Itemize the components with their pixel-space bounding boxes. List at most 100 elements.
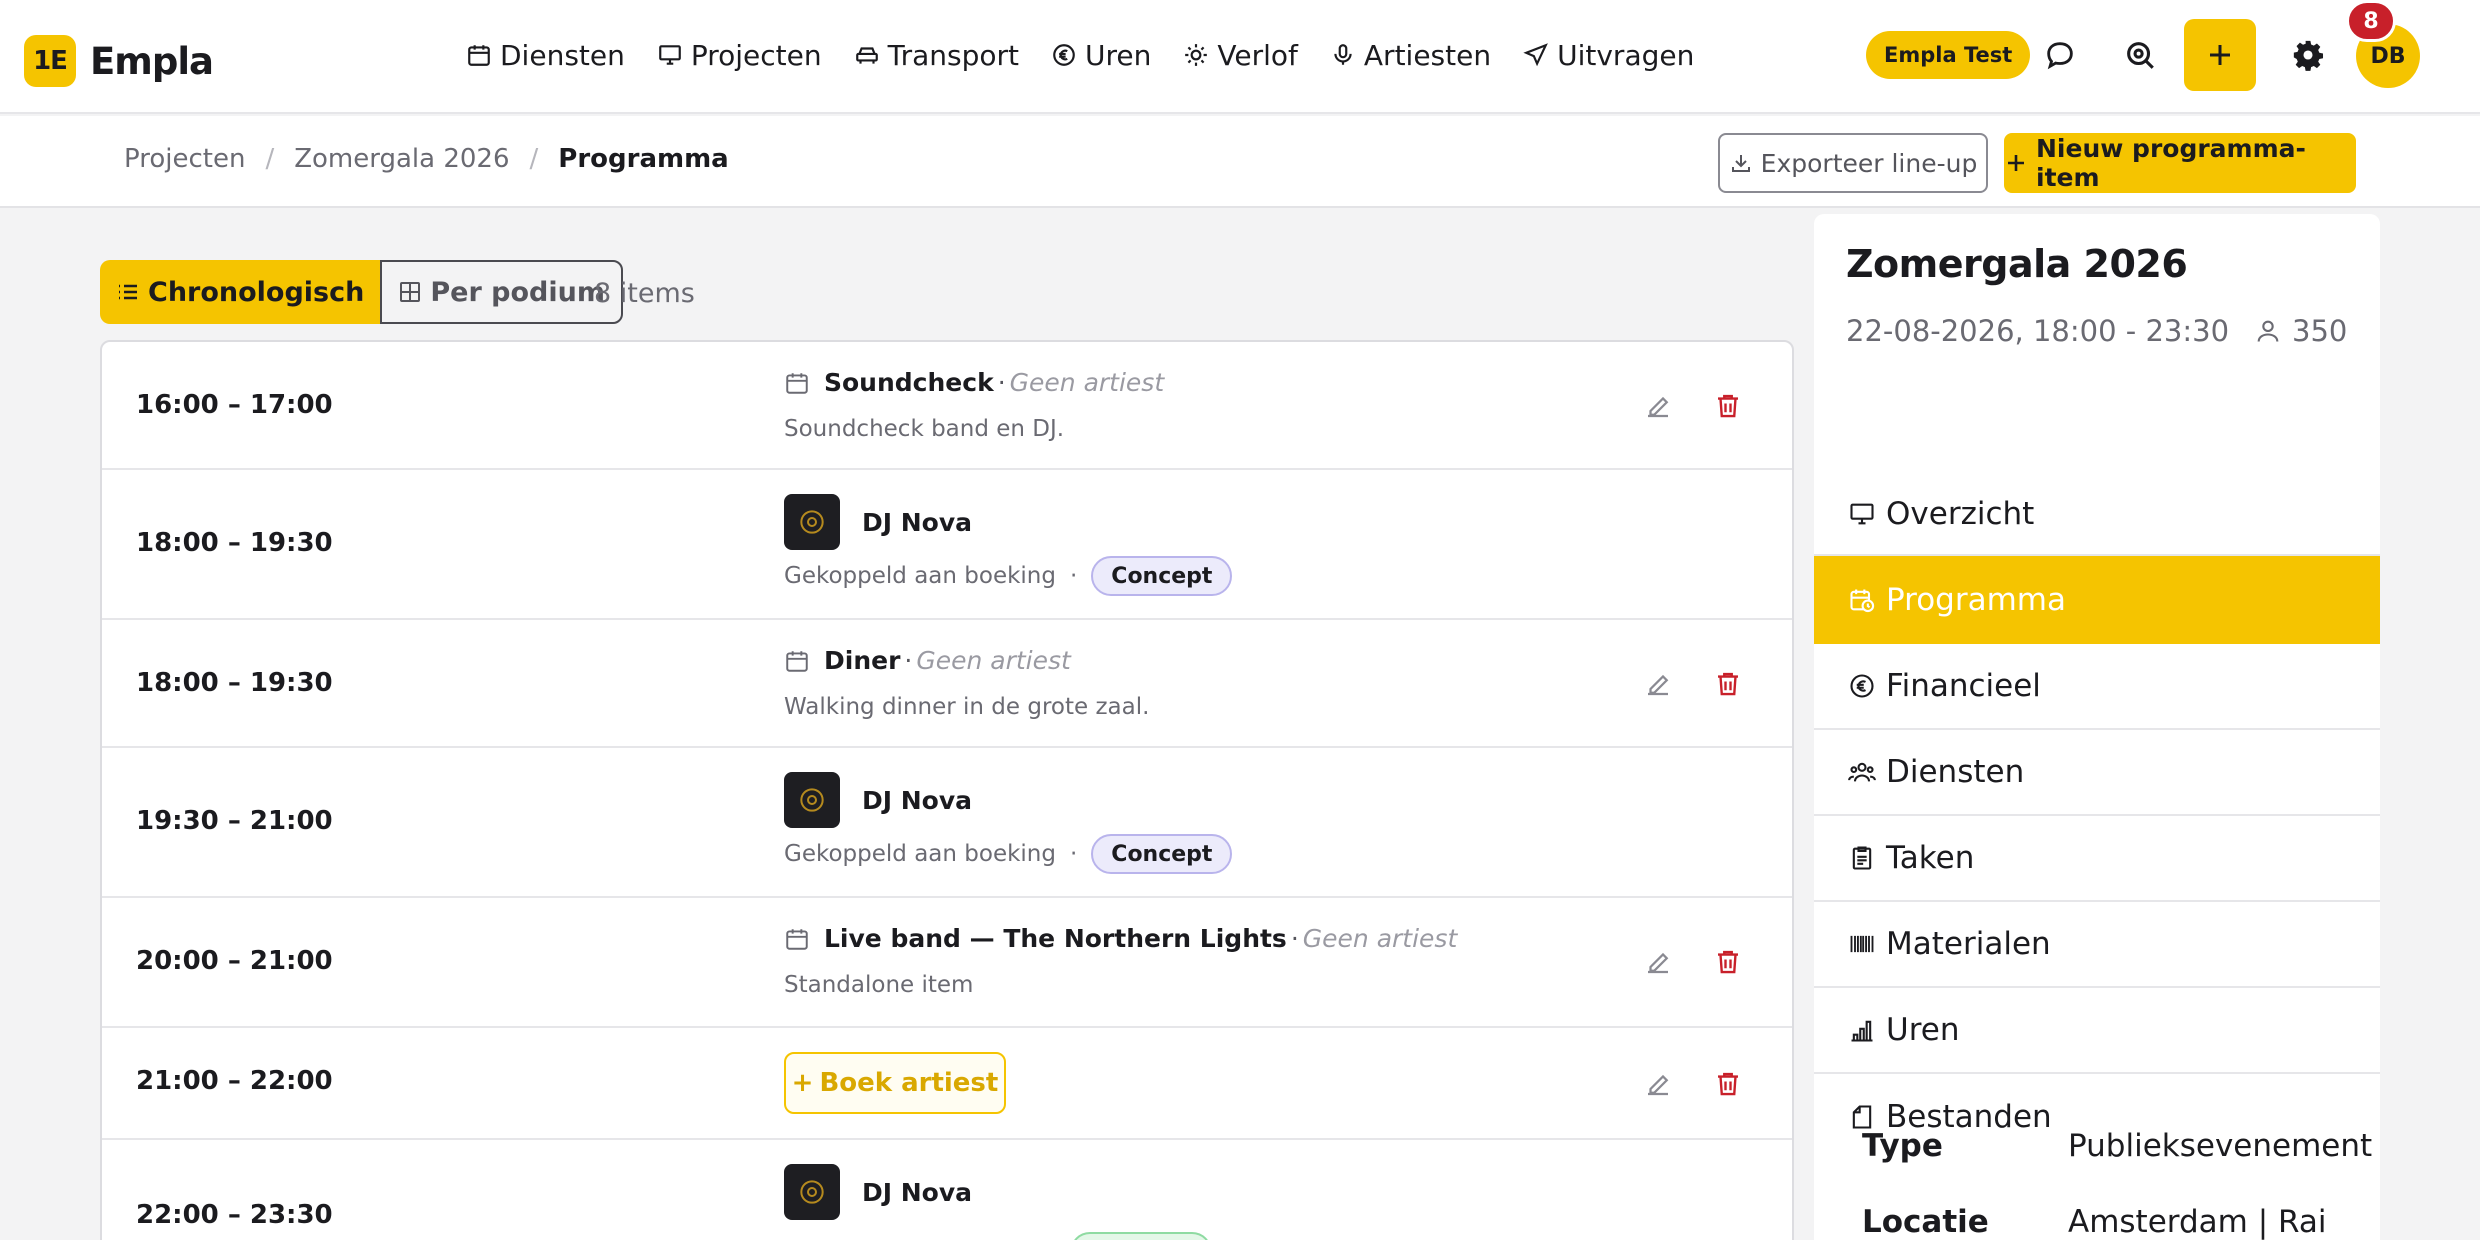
program-row[interactable]: 20:00 – 21:00 Live band — The Northern L… xyxy=(102,898,1792,1028)
nav-item-uren[interactable]: Uren xyxy=(1051,39,1151,72)
menu-label: Programma xyxy=(1886,582,2066,618)
nav-item-uitvragen[interactable]: Uitvragen xyxy=(1523,39,1694,72)
view-toggle: Chronologisch Per podium xyxy=(100,260,623,324)
booking-link-text: Gekoppeld aan boeking xyxy=(784,841,1056,867)
menu-label: Uren xyxy=(1886,1012,1960,1048)
artist-name: DJ Nova xyxy=(862,507,973,537)
export-lineup-button[interactable]: Exporteer line-up xyxy=(1718,133,1988,193)
euro-icon xyxy=(1051,42,1077,68)
nav-item-verlof[interactable]: Verlof xyxy=(1183,39,1298,72)
search-button[interactable] xyxy=(2116,31,2164,79)
export-label: Exporteer line-up xyxy=(1760,148,1978,178)
project-date: 22-08-2026, 18:00 - 23:30 xyxy=(1846,314,2230,348)
sun-icon xyxy=(1183,42,1209,68)
nav-item-projecten[interactable]: Projecten xyxy=(657,39,822,72)
separator: · xyxy=(1069,841,1078,867)
program-row[interactable]: 16:00 – 17:00 Soundcheck · Geen artiest … xyxy=(102,342,1792,470)
delete-button[interactable] xyxy=(1710,944,1746,980)
property-value: Amsterdam | Rai xyxy=(2068,1204,2327,1240)
menu-item-uren[interactable]: Uren xyxy=(1814,988,2380,1074)
breadcrumb-separator: / xyxy=(265,144,275,174)
program-row[interactable]: 21:00 – 22:00 + Boek artiest xyxy=(102,1028,1792,1140)
menu-item-diensten[interactable]: Diensten xyxy=(1814,730,2380,816)
plus-icon xyxy=(2004,151,2028,175)
plus-icon xyxy=(2205,40,2235,70)
delete-button[interactable] xyxy=(1710,388,1746,424)
nav-item-artiesten[interactable]: Artiesten xyxy=(1330,39,1491,72)
main-nav: Diensten Projecten Transport Uren Verlof… xyxy=(466,30,1726,80)
menu-item-materialen[interactable]: Materialen xyxy=(1814,902,2380,988)
new-program-item-button[interactable]: Nieuw programma-item xyxy=(2004,133,2356,193)
calendar-icon xyxy=(466,42,492,68)
capacity-value: 350 xyxy=(2292,314,2348,348)
separator: · xyxy=(1290,924,1299,953)
euro-icon xyxy=(1848,672,1876,700)
chat-bubble-icon xyxy=(2043,38,2077,72)
breadcrumb-link-project[interactable]: Zomergala 2026 xyxy=(294,144,509,174)
artist-name: DJ Nova xyxy=(862,1177,973,1207)
breadcrumb-separator: / xyxy=(529,144,539,174)
item-count: 8 items xyxy=(594,278,695,309)
nav-item-diensten[interactable]: Diensten xyxy=(466,39,625,72)
artist-line[interactable]: DJ Nova xyxy=(784,1164,972,1220)
app-logo[interactable]: 1E Empla xyxy=(24,35,214,87)
barcode-icon xyxy=(1848,930,1876,958)
menu-label: Materialen xyxy=(1886,926,2051,962)
edit-button[interactable] xyxy=(1640,666,1676,702)
edit-button[interactable] xyxy=(1640,388,1676,424)
nav-label: Artiesten xyxy=(1363,38,1492,72)
send-icon xyxy=(1523,42,1549,68)
pencil-icon xyxy=(1643,391,1673,421)
breadcrumb-current: Programma xyxy=(558,144,729,174)
program-row[interactable]: 18:00 – 19:30 Diner · Geen artiest Walki… xyxy=(102,620,1792,748)
item-description: Standalone item xyxy=(784,972,974,998)
menu-item-financieel[interactable]: Financieel xyxy=(1814,644,2380,730)
item-title: Soundcheck xyxy=(824,368,994,397)
quick-add-button[interactable] xyxy=(2184,19,2256,91)
view-chronological-button[interactable]: Chronologisch xyxy=(100,260,381,324)
menu-item-programma[interactable]: Programma xyxy=(1814,556,2380,644)
notification-badge[interactable]: 8 xyxy=(2346,0,2396,42)
artist-line[interactable]: DJ Nova xyxy=(784,494,972,550)
gear-icon xyxy=(2291,38,2325,72)
nav-label: Uitvragen xyxy=(1557,38,1695,72)
project-properties: Type Publieksevenement Locatie Amsterdam… xyxy=(1862,1128,2380,1240)
grid-icon xyxy=(398,280,422,304)
settings-button[interactable] xyxy=(2284,31,2332,79)
program-row[interactable]: 22:00 – 23:30 DJ Nova xyxy=(102,1140,1792,1240)
item-description: Walking dinner in de grote zaal. xyxy=(784,694,1150,720)
chat-button[interactable] xyxy=(2036,31,2084,79)
bar-chart-icon xyxy=(1848,1016,1876,1044)
plus-icon: + xyxy=(791,1068,814,1098)
item-title-line: Live band — The Northern Lights · Geen a… xyxy=(784,924,1457,953)
view-per-stage-button[interactable]: Per podium xyxy=(380,260,623,324)
book-artist-label: Boek artiest xyxy=(819,1068,999,1098)
edit-button[interactable] xyxy=(1640,1066,1676,1102)
menu-label: Financieel xyxy=(1886,668,2041,704)
status-badge: Concept xyxy=(1091,834,1233,874)
nav-item-transport[interactable]: Transport xyxy=(854,39,1019,72)
breadcrumb-link-projecten[interactable]: Projecten xyxy=(124,144,245,174)
property-key: Locatie xyxy=(1862,1204,1989,1240)
trash-icon xyxy=(1713,947,1743,977)
project-title: Zomergala 2026 xyxy=(1846,242,2188,286)
program-row[interactable]: 18:00 – 19:30 DJ Nova Gekoppeld aan boek… xyxy=(102,470,1792,620)
delete-button[interactable] xyxy=(1710,666,1746,702)
menu-label: Taken xyxy=(1886,840,1975,876)
program-row[interactable]: 19:30 – 21:00 DJ Nova Gekoppeld aan boek… xyxy=(102,748,1792,898)
menu-item-overzicht[interactable]: Overzicht xyxy=(1814,474,2380,556)
trash-icon xyxy=(1713,1069,1743,1099)
users-icon xyxy=(1848,758,1876,786)
calendar-clock-icon xyxy=(1848,586,1876,614)
delete-button[interactable] xyxy=(1710,1066,1746,1102)
nav-label: Uren xyxy=(1085,38,1152,72)
artist-line[interactable]: DJ Nova xyxy=(784,772,972,828)
edit-button[interactable] xyxy=(1640,944,1676,980)
pencil-icon xyxy=(1643,669,1673,699)
environment-badge[interactable]: Empla Test xyxy=(1866,31,2031,79)
nav-label: Verlof xyxy=(1217,38,1298,72)
menu-item-taken[interactable]: Taken xyxy=(1814,816,2380,902)
book-artist-button[interactable]: + Boek artiest xyxy=(784,1052,1006,1114)
artist-avatar xyxy=(784,1164,840,1220)
time-range: 20:00 – 21:00 xyxy=(136,946,333,976)
